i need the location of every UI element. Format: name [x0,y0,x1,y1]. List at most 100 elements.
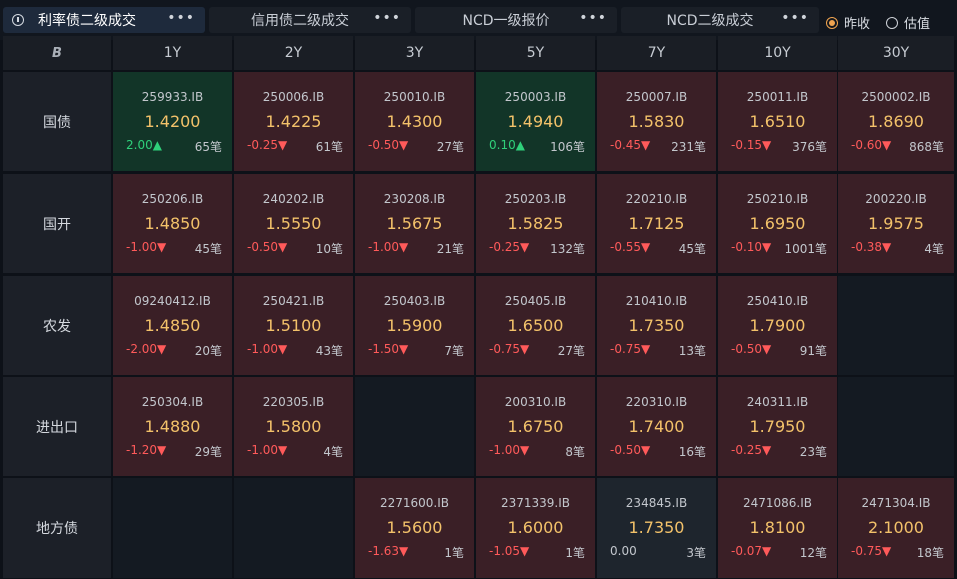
bond-code: 230208.IB [383,192,446,206]
quote-cell[interactable]: 09240412.IB 1.4850 -2.00▼ 20笔 [113,276,232,375]
quote-cell[interactable]: 250011.IB 1.6510 -0.15▼ 376笔 [718,72,837,171]
more-icon[interactable]: ••• [167,10,195,26]
tab-rate-bond-secondary[interactable]: 利率债二级成交 ••• [3,7,205,33]
row-label: 国债 [3,72,111,171]
quote-cell[interactable]: 220305.IB 1.5800 -1.00▼ 4笔 [234,377,353,476]
quote-cell[interactable]: 220210.IB 1.7125 -0.55▼ 45笔 [597,174,716,273]
tenor-header-1Y[interactable]: 1Y [113,36,232,70]
bond-code: 250421.IB [262,294,325,308]
quote-grid: B 1Y 2Y 3Y 5Y 7Y 10Y 30Y 国债 259933.IB 1.4200 2.00▲… [0,36,957,579]
change-value: -2.00▼ [126,342,167,356]
brand-logo-icon: B [52,45,62,61]
quote-cell[interactable]: 230208.IB 1.5675 -1.00▼ 21笔 [355,174,474,273]
tenor-header-30Y[interactable]: 30Y [838,36,954,70]
quote-cell[interactable]: 250006.IB 1.4225 -0.25▼ 61笔 [234,72,353,171]
bond-code: 2500002.IB [861,90,931,104]
change-value: -0.38▼ [851,240,892,254]
tenor-header-10Y[interactable]: 10Y [718,36,837,70]
yield-value: 1.6510 [749,112,806,131]
quote-cell[interactable]: 2471304.IB 2.1000 -0.75▼ 18笔 [838,478,954,578]
quote-cell[interactable]: 2371339.IB 1.6000 -1.05▼ 1笔 [476,478,595,578]
radio-label: 估值 [904,17,931,32]
change-value: -0.50▼ [247,240,288,254]
quote-cell[interactable]: 210410.IB 1.7350 -0.75▼ 13笔 [597,276,716,375]
radio-label: 昨收 [844,17,871,32]
radio-selected-icon[interactable] [826,16,838,29]
radio-unselected-icon[interactable] [886,16,898,29]
change-value: -0.15▼ [731,138,772,152]
quote-cell[interactable]: 250410.IB 1.7900 -0.50▼ 91笔 [718,276,837,375]
corner-logo-cell: B [3,36,111,70]
more-icon[interactable]: ••• [373,10,401,26]
quote-cell[interactable]: 259933.IB 1.4200 2.00▲ 65笔 [113,72,232,171]
quote-cell[interactable]: 220310.IB 1.7400 -0.50▼ 16笔 [597,377,716,476]
quote-cell[interactable]: 250405.IB 1.6500 -0.75▼ 27笔 [476,276,595,375]
radio-prev-close[interactable]: 昨收 [826,13,870,32]
row-label: 地方债 [3,478,111,578]
quote-cell[interactable]: 250403.IB 1.5900 -1.50▼ 7笔 [355,276,474,375]
bond-code: 250203.IB [504,192,567,206]
quote-cell[interactable]: 250421.IB 1.5100 -1.00▼ 43笔 [234,276,353,375]
bond-code: 250007.IB [625,90,688,104]
more-icon[interactable]: ••• [781,10,809,26]
bond-code: 250006.IB [262,90,325,104]
yield-value: 1.6950 [749,214,806,233]
yield-value: 1.7350 [628,316,685,335]
change-value: -1.50▼ [368,342,409,356]
change-value: -1.00▼ [126,240,167,254]
bond-code: 250403.IB [383,294,446,308]
tab-ncd-primary-quote[interactable]: NCD一级报价 ••• [415,7,617,33]
change-value: -0.25▼ [731,443,772,457]
quote-cell[interactable]: 200220.IB 1.9575 -0.38▼ 4笔 [838,174,954,273]
bond-code: 250304.IB [141,395,204,409]
trade-count: 18笔 [916,546,944,560]
yield-value: 1.6500 [507,316,564,335]
trade-count: 106笔 [550,140,585,154]
tab-label: NCD一级报价 [462,13,550,29]
tenor-header-7Y[interactable]: 7Y [597,36,716,70]
quote-cell[interactable]: 250003.IB 1.4940 0.10▲ 106笔 [476,72,595,171]
quote-cell[interactable]: 240202.IB 1.5550 -0.50▼ 10笔 [234,174,353,273]
bond-code: 250210.IB [746,192,809,206]
trade-count: 20笔 [194,344,222,358]
quote-cell[interactable]: 250210.IB 1.6950 -0.10▼ 1001笔 [718,174,837,273]
quote-cell[interactable]: 250007.IB 1.5830 -0.45▼ 231笔 [597,72,716,171]
trade-count: 61笔 [315,140,343,154]
bond-code: 234845.IB [625,496,688,510]
info-icon[interactable] [12,14,24,26]
more-icon[interactable]: ••• [579,10,607,26]
quote-cell[interactable]: 250010.IB 1.4300 -0.50▼ 27笔 [355,72,474,171]
bond-code: 250011.IB [746,90,809,104]
quote-cell[interactable]: 250203.IB 1.5825 -0.25▼ 132笔 [476,174,595,273]
tenor-header-5Y[interactable]: 5Y [476,36,595,70]
quote-cell[interactable]: 240311.IB 1.7950 -0.25▼ 23笔 [718,377,837,476]
radio-valuation[interactable]: 估值 [886,13,930,32]
change-value: -0.45▼ [610,138,651,152]
bond-code: 250003.IB [504,90,567,104]
quote-cell[interactable]: 250304.IB 1.4880 -1.20▼ 29笔 [113,377,232,476]
quote-cell-empty [838,377,954,476]
trade-count: 16笔 [678,445,706,459]
trade-count: 4笔 [924,242,944,256]
yield-value: 1.4300 [386,112,443,131]
quote-cell[interactable]: 2500002.IB 1.8690 -0.60▼ 868笔 [838,72,954,171]
yield-value: 1.7125 [628,214,685,233]
tenor-header-2Y[interactable]: 2Y [234,36,353,70]
quote-cell[interactable]: 2471086.IB 1.8100 -0.07▼ 12笔 [718,478,837,578]
quote-cell[interactable]: 250206.IB 1.4850 -1.00▼ 45笔 [113,174,232,273]
bond-code: 2371339.IB [500,496,571,510]
trade-count: 8笔 [565,445,585,459]
tab-bar: 利率债二级成交 ••• 信用债二级成交 ••• NCD一级报价 ••• NCD二… [0,0,957,40]
quote-cell[interactable]: 200310.IB 1.6750 -1.00▼ 8笔 [476,377,595,476]
quote-cell[interactable]: 234845.IB 1.7350 0.00 3笔 [597,478,716,578]
change-value: -1.00▼ [368,240,409,254]
change-value: -0.75▼ [851,544,892,558]
tab-credit-bond-secondary[interactable]: 信用债二级成交 ••• [209,7,411,33]
quote-cell-empty [113,478,232,578]
bond-code: 200310.IB [504,395,567,409]
tab-ncd-secondary[interactable]: NCD二级成交 ••• [621,7,819,33]
tenor-header-3Y[interactable]: 3Y [355,36,474,70]
quote-cell[interactable]: 2271600.IB 1.5600 -1.63▼ 1笔 [355,478,474,578]
quote-cell-empty [234,478,353,578]
yield-value: 1.4200 [144,112,201,131]
